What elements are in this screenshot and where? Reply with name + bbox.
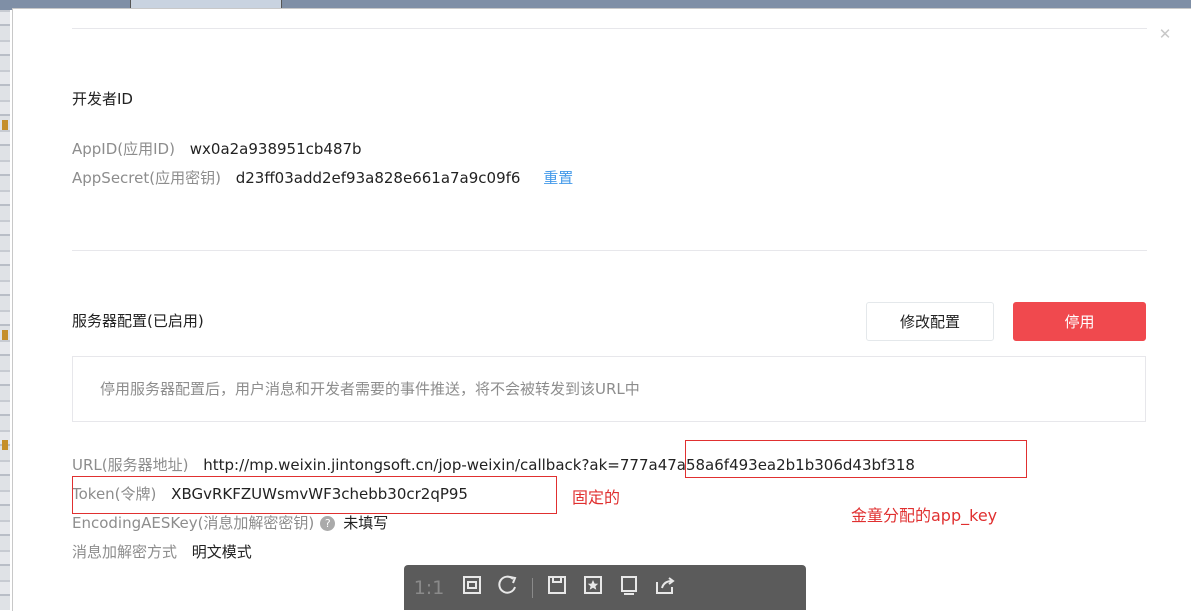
reset-secret-link[interactable]: 重置 bbox=[543, 169, 573, 187]
toolbar-separator bbox=[532, 577, 533, 598]
url-label: URL(服务器地址) bbox=[72, 456, 189, 474]
bookmark-icon[interactable] bbox=[575, 574, 611, 601]
appid-label: AppID(应用ID) bbox=[72, 140, 175, 158]
actual-size-button[interactable]: 1:1 bbox=[404, 577, 454, 599]
background-marker bbox=[2, 330, 8, 340]
save-icon[interactable] bbox=[539, 574, 575, 601]
aes-key-value: 未填写 bbox=[343, 514, 389, 532]
url-value: http://mp.weixin.jintongsoft.cn/jop-weix… bbox=[203, 456, 608, 474]
rotate-icon[interactable] bbox=[490, 574, 526, 601]
appid-value: wx0a2a938951cb487b bbox=[189, 140, 362, 158]
encrypt-mode-value: 明文模式 bbox=[191, 543, 252, 561]
background-marker bbox=[2, 120, 8, 130]
encrypt-mode-row: 消息加解密方式 明文模式 bbox=[72, 541, 252, 562]
divider bbox=[72, 250, 1147, 251]
disable-button[interactable]: 停用 bbox=[1013, 302, 1146, 341]
appid-row: AppID(应用ID) wx0a2a938951cb487b bbox=[72, 138, 362, 159]
appsecret-value: d23ff03add2ef93a828e661a7a9c09f6 bbox=[235, 169, 521, 187]
background-window-left bbox=[0, 10, 10, 610]
developer-id-title: 开发者ID bbox=[72, 90, 133, 108]
encrypt-mode-label: 消息加解密方式 bbox=[72, 543, 178, 561]
help-icon[interactable]: ? bbox=[320, 516, 336, 531]
app-key-annotation: 金童分配的app_key bbox=[851, 506, 998, 525]
close-icon[interactable]: ✕ bbox=[1158, 27, 1172, 42]
token-highlight-box bbox=[72, 476, 557, 514]
fixed-annotation: 固定的 bbox=[572, 488, 621, 507]
app-key-highlight-box bbox=[685, 440, 1027, 478]
disable-notice: 停用服务器配置后，用户消息和开发者需要的事件推送，将不会被转发到该URL中 bbox=[72, 356, 1146, 422]
image-viewer-toolbar: 1:1 bbox=[404, 565, 806, 610]
fit-screen-icon[interactable] bbox=[454, 574, 490, 601]
share-icon[interactable] bbox=[647, 574, 683, 601]
modify-config-button[interactable]: 修改配置 bbox=[866, 302, 994, 341]
server-config-title: 服务器配置(已启用) bbox=[72, 312, 204, 330]
fullscreen-icon[interactable] bbox=[611, 574, 647, 601]
background-marker bbox=[2, 440, 8, 450]
aes-key-label: EncodingAESKey(消息加解密密钥) bbox=[72, 514, 315, 532]
appsecret-row: AppSecret(应用密钥) d23ff03add2ef93a828e661a… bbox=[72, 167, 573, 188]
appsecret-label: AppSecret(应用密钥) bbox=[72, 169, 221, 187]
aes-key-row: EncodingAESKey(消息加解密密钥)? 未填写 bbox=[72, 512, 388, 533]
divider bbox=[72, 28, 1147, 29]
